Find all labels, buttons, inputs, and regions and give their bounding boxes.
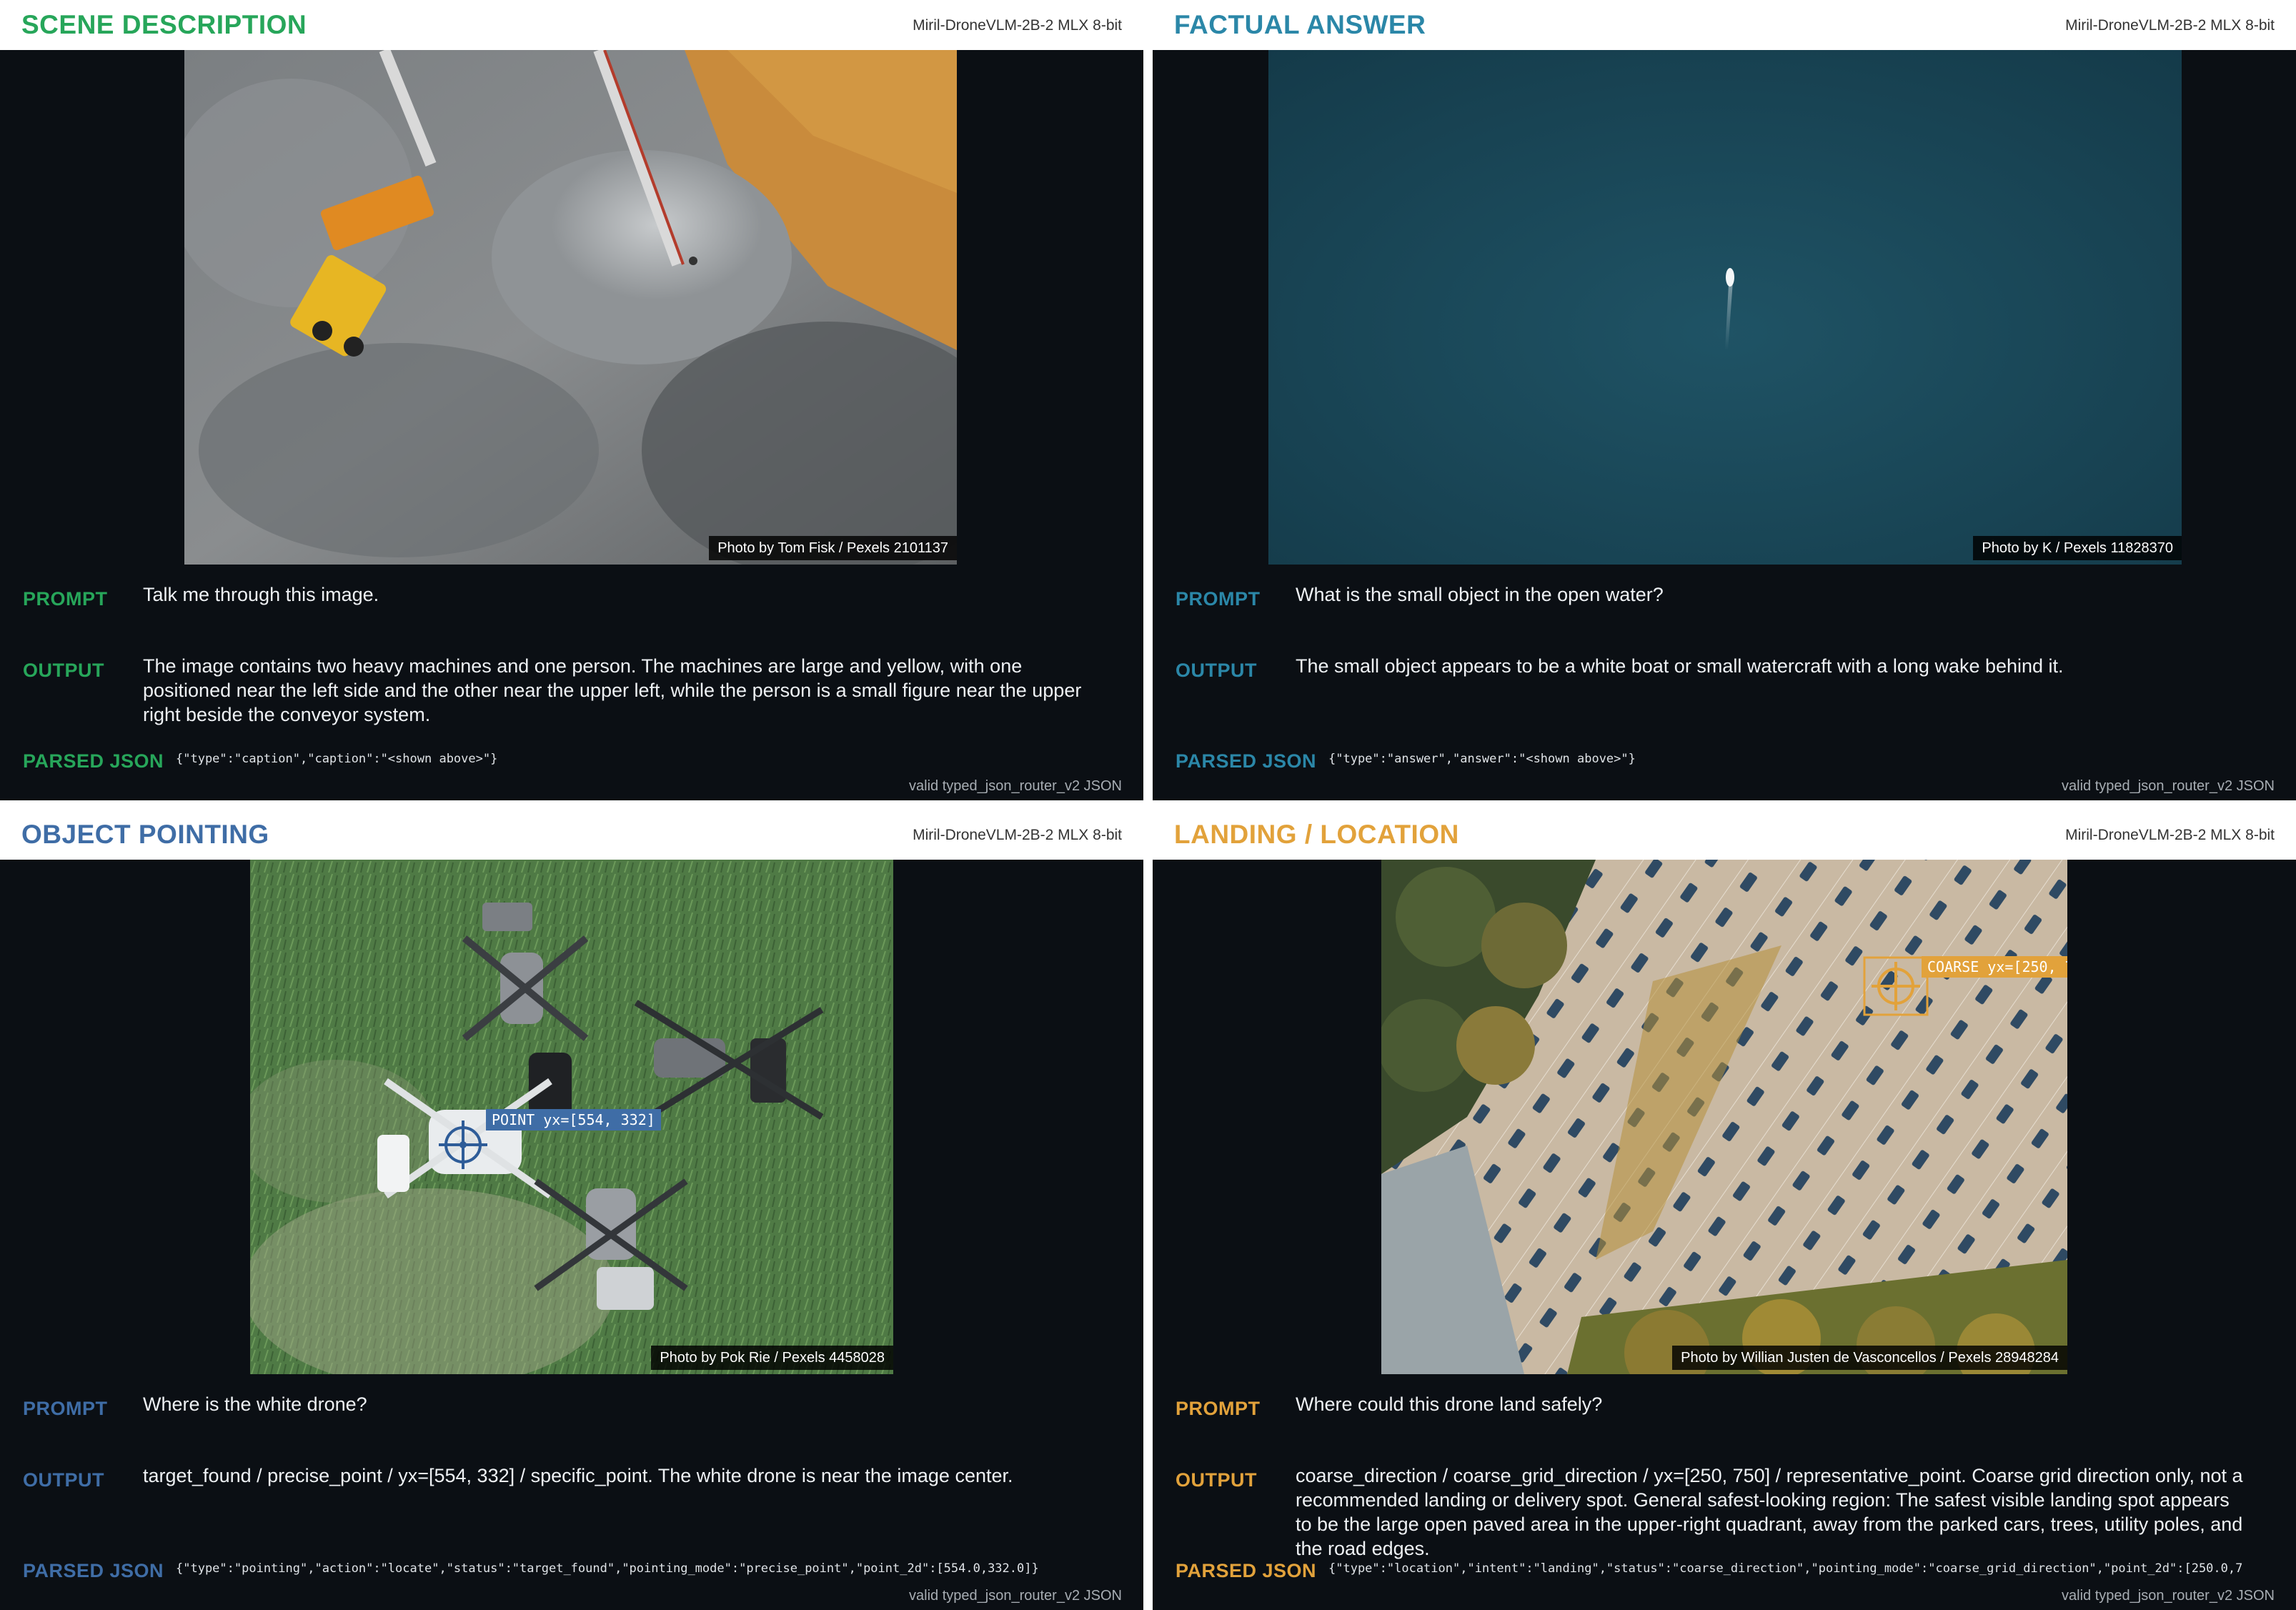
output-label: OUTPUT (1176, 660, 1257, 681)
coarse-marker-label: COARSE yx=[250, 750] (1922, 956, 2067, 978)
output-label: OUTPUT (23, 1469, 104, 1491)
panel-body: COARSE yx=[250, 750] Photo by Willian Ju… (1153, 860, 2296, 1610)
output-label: OUTPUT (23, 660, 104, 681)
panel-landing-location: LANDING / LOCATION Miril-DroneVLM-2B-2 M… (1153, 810, 2296, 1610)
panel-title: FACTUAL ANSWER (1174, 10, 1426, 39)
parking-lot-photo: COARSE yx=[250, 750] Photo by Willian Ju… (1381, 860, 2067, 1374)
json-label: PARSED JSON (1176, 750, 1317, 772)
point-marker-label: POINT yx=[554, 332] (486, 1109, 661, 1131)
prompt-text: Where could this drone land safely? (1296, 1393, 1603, 1415)
quarry-photo: Photo by Tom Fisk / Pexels 2101137 (184, 50, 957, 565)
validation-status: valid typed_json_router_v2 JSON (909, 1588, 1122, 1604)
photo-credit: Photo by Tom Fisk / Pexels 2101137 (709, 536, 957, 560)
model-name: Miril-DroneVLM-2B-2 MLX 8-bit (2065, 827, 2275, 843)
drones-photo: POINT yx=[554, 332] Photo by Pok Rie / P… (250, 860, 893, 1374)
panel-object-pointing: OBJECT POINTING Miril-DroneVLM-2B-2 MLX … (0, 810, 1143, 1610)
panel-body: POINT yx=[554, 332] Photo by Pok Rie / P… (0, 860, 1143, 1610)
prompt-label: PROMPT (1176, 1398, 1261, 1419)
photo-credit: Photo by K / Pexels 11828370 (1973, 536, 2182, 560)
model-name: Miril-DroneVLM-2B-2 MLX 8-bit (913, 17, 1122, 34)
json-text: {"type":"pointing","action":"locate","st… (176, 1561, 1039, 1576)
validation-status: valid typed_json_router_v2 JSON (2062, 1588, 2275, 1604)
prompt-label: PROMPT (1176, 588, 1261, 610)
output-label: OUTPUT (1176, 1469, 1257, 1491)
output-text: The image contains two heavy machines an… (143, 655, 1082, 725)
model-name: Miril-DroneVLM-2B-2 MLX 8-bit (2065, 17, 2275, 34)
json-label: PARSED JSON (1176, 1560, 1317, 1581)
json-text: {"type":"location","intent":"landing","s… (1328, 1561, 2243, 1576)
output-text: target_found / precise_point / yx=[554, … (143, 1465, 1013, 1486)
json-text: {"type":"answer","answer":"<shown above>… (1328, 752, 1636, 766)
panel-title: SCENE DESCRIPTION (21, 10, 307, 39)
panel-header: OBJECT POINTING Miril-DroneVLM-2B-2 MLX … (0, 810, 1143, 860)
output-text: The small object appears to be a white b… (1296, 655, 2064, 677)
prompt-text: Talk me through this image. (143, 584, 379, 605)
panel-body: Photo by K / Pexels 11828370 PROMPT What… (1153, 50, 2296, 800)
model-name: Miril-DroneVLM-2B-2 MLX 8-bit (913, 827, 1122, 843)
photo-credit: Photo by Pok Rie / Pexels 4458028 (651, 1346, 893, 1370)
json-label: PARSED JSON (23, 750, 164, 772)
prompt-label: PROMPT (23, 588, 108, 610)
panel-header: SCENE DESCRIPTION Miril-DroneVLM-2B-2 ML… (0, 0, 1143, 50)
panel-header: FACTUAL ANSWER Miril-DroneVLM-2B-2 MLX 8… (1153, 0, 2296, 50)
prompt-text: What is the small object in the open wat… (1296, 584, 1664, 605)
panel-header: LANDING / LOCATION Miril-DroneVLM-2B-2 M… (1153, 810, 2296, 860)
prompt-text: Where is the white drone? (143, 1393, 367, 1415)
validation-status: valid typed_json_router_v2 JSON (909, 778, 1122, 794)
validation-status: valid typed_json_router_v2 JSON (2062, 778, 2275, 794)
panel-factual-answer: FACTUAL ANSWER Miril-DroneVLM-2B-2 MLX 8… (1153, 0, 2296, 800)
panel-title: OBJECT POINTING (21, 820, 269, 849)
panel-body: Photo by Tom Fisk / Pexels 2101137 PROMP… (0, 50, 1143, 800)
json-label: PARSED JSON (23, 1560, 164, 1581)
output-text: coarse_direction / coarse_grid_direction… (1296, 1465, 2243, 1559)
prompt-label: PROMPT (23, 1398, 108, 1419)
json-text: {"type":"caption","caption":"<shown abov… (176, 752, 498, 766)
water-photo: Photo by K / Pexels 11828370 (1268, 50, 2182, 565)
panel-title: LANDING / LOCATION (1174, 820, 1459, 849)
panel-scene-description: SCENE DESCRIPTION Miril-DroneVLM-2B-2 ML… (0, 0, 1143, 800)
photo-credit: Photo by Willian Justen de Vasconcellos … (1672, 1346, 2067, 1370)
